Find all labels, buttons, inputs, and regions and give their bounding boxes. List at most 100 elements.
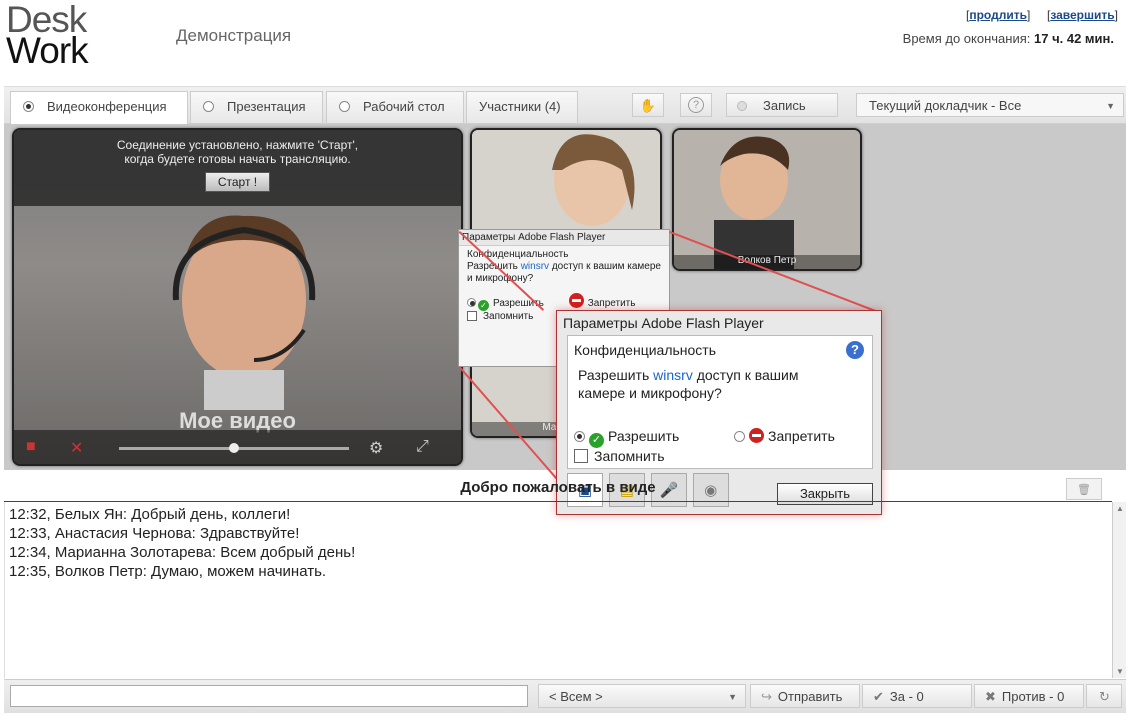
finish-link[interactable]: завершить — [1050, 8, 1114, 22]
tab-label: Рабочий стол — [363, 99, 445, 114]
scroll-down-icon[interactable]: ▼ — [1116, 667, 1124, 676]
tab-bar: Видеоконференция Презентация Рабочий сто… — [4, 86, 1126, 125]
chat-message: 12:32, Белых Ян: Добрый день, коллеги! — [9, 506, 291, 523]
privacy-heading: Конфиденциальность — [574, 342, 717, 358]
speaker-dropdown[interactable]: Текущий докладчик - Все ▼ — [856, 93, 1124, 117]
tab-videoconference[interactable]: Видеоконференция — [10, 91, 188, 125]
mic-off-icon[interactable]: ✕ — [70, 438, 83, 458]
radio-icon — [339, 101, 350, 112]
deny-label: Запретить — [587, 298, 636, 309]
deny-radio[interactable] — [734, 431, 745, 442]
settings-gear-icon[interactable]: ⚙ — [369, 438, 383, 458]
trash-icon: 🗑 — [1077, 484, 1091, 496]
recipient-value: < Всем > — [549, 689, 603, 704]
radio-icon — [23, 101, 34, 112]
deny-option[interactable]: Запретить — [734, 428, 835, 444]
radio-icon — [203, 101, 214, 112]
check-icon: ✔ — [873, 689, 884, 704]
deskwork-logo: Desk Work — [6, 1, 89, 71]
video-controls: ■ ✕ ⚙ ⤢ — [14, 430, 461, 464]
page-title: Демонстрация — [176, 26, 292, 45]
logo-line2: Work — [6, 30, 89, 71]
remember-label: Запомнить — [483, 311, 534, 322]
allow-label: Разрешить — [608, 428, 680, 444]
allow-check-icon: ✓ — [478, 300, 489, 311]
record-label: Запись — [763, 98, 806, 113]
chevron-down-icon: ▼ — [1106, 101, 1115, 111]
tab-participants[interactable]: Участники (4) — [466, 91, 578, 123]
send-button[interactable]: ↪ Отправить — [750, 684, 860, 708]
chat-title: Добро пожаловать в виде — [460, 479, 656, 496]
tab-label: Участники (4) — [479, 99, 561, 114]
send-icon: ↪ — [761, 689, 772, 704]
record-icon — [737, 101, 747, 111]
help-button[interactable]: ? — [680, 93, 712, 117]
participant-tile-volkov[interactable]: Волков Петр — [672, 128, 862, 271]
remember-option[interactable]: Запомнить — [574, 448, 665, 464]
remember-label: Запомнить — [594, 448, 665, 464]
message-bar: < Всем > ▼ ↪ Отправить ✔ За - 0 ✖ Против - … — [4, 679, 1126, 713]
tab-label: Видеоконференция — [47, 99, 167, 114]
hand-icon: ✋ — [639, 98, 657, 113]
tab-presentation[interactable]: Презентация — [190, 91, 323, 123]
scroll-up-icon[interactable]: ▲ — [1116, 504, 1124, 513]
time-label: Время до окончания: — [902, 31, 1031, 46]
chat-scrollbar[interactable]: ▲ ▼ — [1112, 502, 1126, 678]
fullscreen-icon[interactable]: ⤢ — [416, 438, 429, 456]
permission-message: Разрешить winsrv доступ к вашим камере и… — [578, 367, 799, 401]
help-icon[interactable]: ? — [846, 341, 864, 359]
raise-hand-button[interactable]: ✋ — [632, 93, 664, 117]
tab-label: Презентация — [227, 99, 306, 114]
notice-line2: когда будете готовы начать трансляцию. — [124, 152, 351, 166]
flash-privacy-panel: Конфиденциальность ? Разрешить winsrv до… — [567, 335, 873, 469]
vote-against-label: Против - 0 — [1001, 689, 1065, 704]
chat-message: 12:35, Волков Петр: Думаю, можем начинат… — [9, 563, 327, 580]
allow-radio[interactable] — [467, 298, 476, 307]
vote-for-label: За - 0 — [889, 689, 924, 704]
flash-small-privacy: Конфиденциальность — [467, 249, 569, 260]
chat-message: 12:33, Анастасия Чернова: Здравствуйте! — [9, 525, 300, 542]
chat-message: 12:34, Марианна Золотарева: Всем добрый … — [9, 544, 356, 561]
extend-link[interactable]: продлить — [969, 8, 1027, 22]
recipient-dropdown[interactable]: < Всем > ▼ — [538, 684, 746, 708]
app-header: Desk Work Демонстрация [продлить] [завер… — [0, 0, 1130, 86]
deny-label: Запретить — [768, 428, 835, 444]
deny-icon — [749, 428, 764, 443]
allow-check-icon: ✓ — [589, 433, 604, 448]
my-video-tile: Соединение установлено, нажмите 'Старт',… — [12, 128, 463, 466]
speaker-dropdown-value: Текущий докладчик - Все — [869, 98, 1022, 113]
participant-name: Волков Петр — [674, 255, 860, 269]
camera-off-icon[interactable]: ■ — [26, 438, 36, 456]
record-button[interactable]: Запись — [726, 93, 838, 117]
clear-chat-button[interactable]: 🗑 — [1066, 478, 1102, 500]
time-remaining: Время до окончания: 17 ч. 42 мин. — [903, 31, 1114, 46]
tab-desktop[interactable]: Рабочий стол — [326, 91, 464, 123]
chat-log: 12:32, Белых Ян: Добрый день, коллеги! 1… — [4, 502, 1110, 678]
start-button[interactable]: Старт ! — [204, 172, 271, 192]
chat-header: Добро пожаловать в виде — [4, 472, 1112, 502]
volume-knob[interactable] — [229, 443, 239, 453]
refresh-icon: ↻ — [1099, 689, 1110, 704]
notice-line1: Соединение установлено, нажмите 'Старт', — [116, 138, 359, 152]
allow-radio[interactable] — [574, 431, 585, 442]
deny-icon — [568, 293, 584, 308]
allow-option[interactable]: ✓ Разрешить — [574, 428, 679, 448]
presenter-photo — [172, 215, 316, 410]
send-label: Отправить — [777, 689, 843, 704]
volume-slider[interactable] — [119, 443, 349, 453]
header-links: [продлить] [завершить] — [965, 8, 1118, 22]
vote-against-button[interactable]: ✖ Против - 0 — [974, 684, 1084, 708]
remember-checkbox[interactable] — [467, 311, 477, 321]
message-input[interactable] — [10, 685, 528, 707]
connection-notice: Соединение установлено, нажмите 'Старт',… — [14, 130, 461, 206]
time-value: 17 ч. 42 мин. — [1034, 31, 1114, 46]
vote-for-button[interactable]: ✔ За - 0 — [862, 684, 972, 708]
flash-dialog-title: Параметры Adobe Flash Player — [563, 315, 764, 331]
chevron-down-icon: ▼ — [728, 692, 737, 702]
participant-photo — [674, 130, 860, 269]
remember-checkbox[interactable] — [574, 449, 588, 463]
cross-icon: ✖ — [985, 689, 996, 704]
refresh-button[interactable]: ↻ — [1086, 684, 1122, 708]
help-icon: ? — [688, 97, 704, 113]
flash-small-title: Параметры Adobe Flash Player — [459, 230, 669, 246]
